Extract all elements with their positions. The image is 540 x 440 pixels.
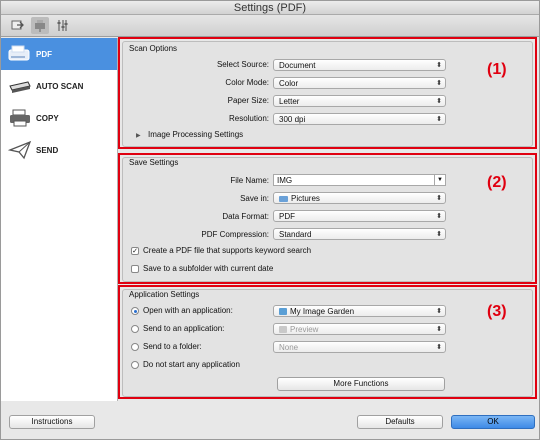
toolbar — [1, 15, 539, 37]
paper-size-value: Letter — [279, 97, 300, 106]
resolution-value: 300 dpi — [279, 115, 306, 124]
marker-3: (3) — [487, 303, 507, 320]
sidebar-item-label: PDF — [36, 49, 52, 59]
keyword-search-label: Create a PDF file that supports keyword … — [143, 246, 312, 255]
dropdown-arrows-icon: ⬍ — [436, 116, 442, 123]
sidebar-item-label: COPY — [36, 113, 59, 123]
window-title: Settings (PDF) — [1, 1, 539, 15]
send-to-application-radio[interactable] — [131, 325, 139, 333]
chevron-down-icon[interactable]: ▼ — [434, 175, 445, 185]
file-name-value: IMG — [277, 176, 293, 185]
save-in-value: Pictures — [291, 194, 320, 203]
resolution-label: Resolution: — [228, 114, 269, 123]
resolution-dropdown[interactable]: 300 dpi ⬍ — [273, 113, 446, 125]
send-to-folder-dropdown[interactable]: None ⬍ — [273, 341, 446, 353]
do-not-start-application-radio[interactable] — [131, 361, 139, 369]
send-to-folder-value: None — [279, 343, 299, 352]
sidebar: PDF AUTO SCAN COPY SEND — [1, 38, 118, 401]
send-to-folder-radio[interactable] — [131, 343, 139, 351]
image-processing-settings-toggle[interactable]: Image Processing Settings — [148, 130, 243, 139]
data-format-label: Data Format: — [222, 212, 269, 221]
paper-size-label: Paper Size: — [227, 96, 269, 105]
color-mode-value: Color — [279, 79, 299, 88]
data-format-dropdown[interactable]: PDF ⬍ — [273, 210, 446, 222]
send-to-folder-label: Send to a folder: — [143, 342, 202, 351]
section-title: Scan Options — [129, 44, 178, 53]
general-settings-icon[interactable] — [53, 17, 71, 34]
keyword-search-checkbox[interactable]: ✓ — [131, 247, 139, 255]
sidebar-item-label: AUTO SCAN — [36, 81, 84, 91]
open-with-application-value: My Image Garden — [290, 307, 355, 316]
more-functions-button[interactable]: More Functions — [277, 377, 445, 391]
settings-window: Settings (PDF) PDF AUTO SCAN COPY SEND S… — [0, 0, 540, 440]
send-to-application-value: Preview — [290, 325, 319, 334]
scan-from-computer-icon[interactable] — [9, 17, 27, 34]
scanner-icon — [7, 75, 33, 97]
dropdown-arrows-icon: ⬍ — [436, 98, 442, 105]
pdf-compression-dropdown[interactable]: Standard ⬍ — [273, 228, 446, 240]
open-with-application-label: Open with an application: — [143, 306, 233, 315]
section-title: Application Settings — [129, 290, 200, 299]
do-not-start-application-label: Do not start any application — [143, 360, 240, 369]
ok-button[interactable]: OK — [451, 415, 535, 429]
disclosure-triangle-icon[interactable]: ▶ — [136, 132, 141, 139]
paper-plane-icon — [7, 139, 33, 161]
instructions-button[interactable]: Instructions — [9, 415, 95, 429]
select-source-label: Select Source: — [216, 60, 269, 69]
section-title: Save Settings — [129, 158, 179, 167]
dropdown-arrows-icon: ⬍ — [436, 195, 442, 202]
dropdown-arrows-icon: ⬍ — [436, 344, 442, 351]
pdf-compression-value: Standard — [279, 230, 312, 239]
defaults-button[interactable]: Defaults — [357, 415, 443, 429]
select-source-dropdown[interactable]: Document ⬍ — [273, 59, 446, 71]
dropdown-arrows-icon: ⬍ — [436, 231, 442, 238]
marker-2: (2) — [487, 174, 507, 191]
sidebar-item-copy[interactable]: COPY — [1, 102, 117, 134]
subfolder-checkbox[interactable] — [131, 265, 139, 273]
folder-icon — [279, 196, 288, 202]
color-mode-dropdown[interactable]: Color ⬍ — [273, 77, 446, 89]
sidebar-item-auto-scan[interactable]: AUTO SCAN — [1, 70, 117, 102]
file-name-input[interactable]: IMG ▼ — [273, 174, 446, 186]
sidebar-item-send[interactable]: SEND — [1, 134, 117, 166]
data-format-value: PDF — [279, 212, 295, 221]
send-to-application-dropdown[interactable]: Preview ⬍ — [273, 323, 446, 335]
printer-icon — [7, 107, 33, 129]
dropdown-arrows-icon: ⬍ — [436, 326, 442, 333]
open-with-application-dropdown[interactable]: My Image Garden ⬍ — [273, 305, 446, 317]
dropdown-arrows-icon: ⬍ — [436, 213, 442, 220]
marker-1: (1) — [487, 61, 507, 78]
dropdown-arrows-icon: ⬍ — [436, 80, 442, 87]
subfolder-label: Save to a subfolder with current date — [143, 264, 274, 273]
pdf-compression-label: PDF Compression: — [201, 230, 269, 239]
sidebar-item-label: SEND — [36, 145, 59, 155]
open-with-application-radio[interactable] — [131, 307, 139, 315]
paper-size-dropdown[interactable]: Letter ⬍ — [273, 95, 446, 107]
app-icon — [279, 308, 287, 315]
dropdown-arrows-icon: ⬍ — [436, 62, 442, 69]
select-source-value: Document — [279, 61, 316, 70]
pdf-scanner-icon — [7, 43, 33, 65]
save-in-label: Save in: — [240, 194, 269, 203]
send-to-application-label: Send to an application: — [143, 324, 225, 333]
save-in-dropdown[interactable]: Pictures ⬍ — [273, 192, 446, 204]
color-mode-label: Color Mode: — [225, 78, 269, 87]
preview-app-icon — [279, 326, 287, 333]
dropdown-arrows-icon: ⬍ — [436, 308, 442, 315]
file-name-label: File Name: — [230, 176, 269, 185]
scan-from-panel-icon[interactable] — [31, 17, 49, 34]
sidebar-item-pdf[interactable]: PDF — [1, 38, 117, 70]
